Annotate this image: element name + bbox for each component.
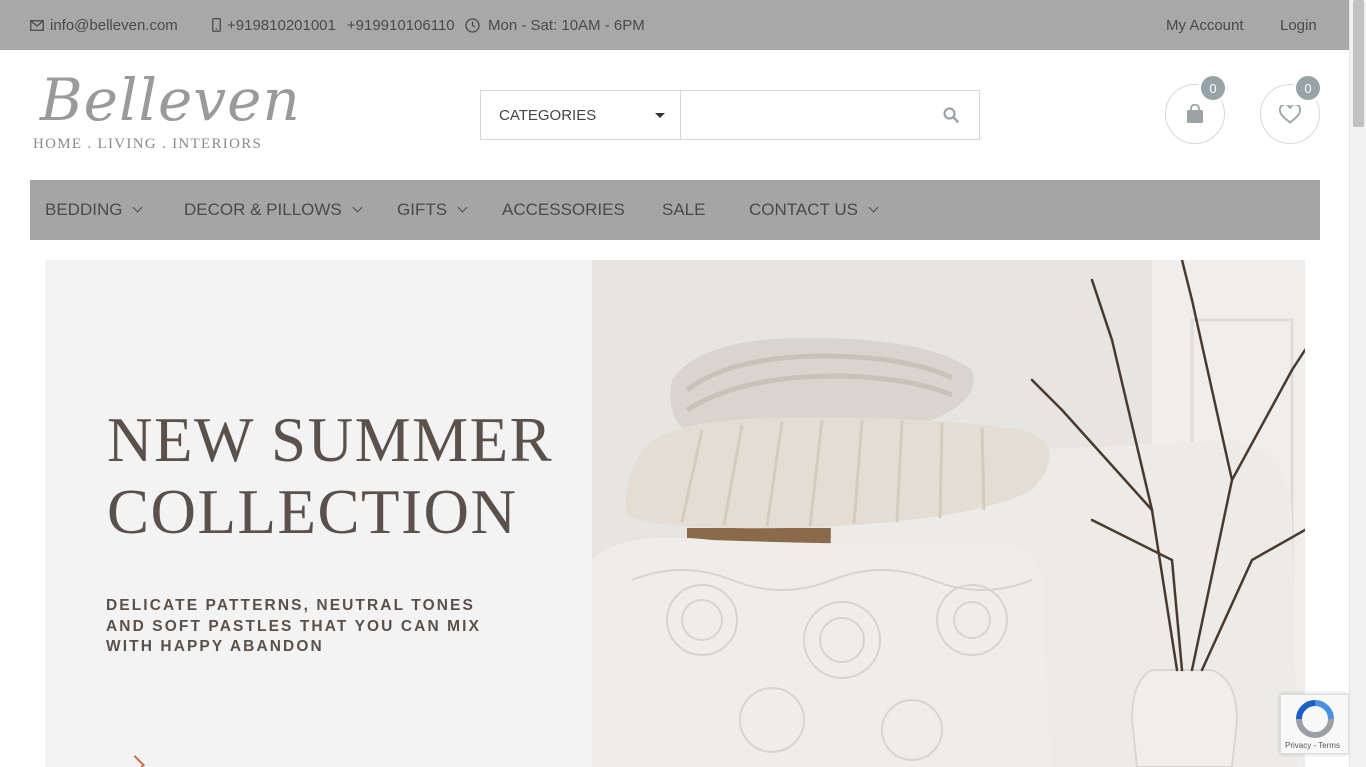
business-hours: Mon - Sat: 10AM - 6PM: [465, 0, 645, 50]
login-label[interactable]: Login: [1280, 17, 1317, 34]
shopping-bag-icon: [1187, 104, 1203, 123]
phone-contact[interactable]: +919810201001 +919910106110: [212, 0, 455, 50]
hero-text-panel: NEW SUMMER COLLECTION DELICATE PATTERNS,…: [45, 260, 592, 767]
brand-logo[interactable]: Belleven HOME . LIVING . INTERIORS: [30, 62, 300, 162]
nav-item-gifts[interactable]: GIFTS: [397, 180, 468, 240]
caret-down-icon: [655, 113, 665, 118]
login-link[interactable]: Login: [1280, 0, 1317, 50]
hero-subtitle-line-1: DELICATE PATTERNS, NEUTRAL TONES: [106, 597, 475, 614]
nav-item-decor-pillows[interactable]: DECOR & PILLOWS: [184, 180, 363, 240]
logo-tagline: HOME . LIVING . INTERIORS: [33, 136, 263, 152]
hero-title: NEW SUMMER COLLECTION: [107, 404, 553, 548]
cart-button[interactable]: 0: [1165, 73, 1228, 144]
recaptcha-logo-icon: [1296, 700, 1334, 738]
nav-item-label: GIFTS: [397, 200, 448, 219]
category-select-label: CATEGORIES: [499, 106, 597, 124]
hero-subtitle: DELICATE PATTERNS, NEUTRAL TONES AND SOF…: [106, 596, 526, 658]
hours-text: Mon - Sat: 10AM - 6PM: [488, 16, 645, 34]
nav-item-label: DECOR & PILLOWS: [184, 200, 342, 219]
hero-title-line-2: COLLECTION: [107, 477, 518, 547]
hero-subtitle-line-3: WITH HAPPY ABANDON: [106, 638, 324, 655]
heart-icon: [1279, 104, 1301, 124]
hero-subtitle-line-2: AND SOFT PASTLES THAT YOU CAN MIX: [106, 617, 482, 635]
my-account-link[interactable]: My Account: [1166, 0, 1244, 50]
nav-item-label: ACCESSORIES: [502, 200, 625, 219]
nav-item-label: CONTACT US: [749, 200, 858, 219]
email-contact[interactable]: info@belleven.com: [30, 0, 178, 50]
hero-slider[interactable]: NEW SUMMER COLLECTION DELICATE PATTERNS,…: [45, 260, 1305, 767]
search-bar: CATEGORIES: [480, 90, 980, 140]
hero-photo-illustration: [592, 260, 1305, 767]
search-icon: [943, 107, 959, 123]
nav-item-accessories[interactable]: ACCESSORIES: [502, 180, 625, 240]
envelope-icon: [30, 19, 44, 31]
logo-wordmark: Belleven: [40, 66, 301, 134]
slider-next-arrow-icon[interactable]: [125, 755, 145, 767]
nav-item-contact-us[interactable]: CONTACT US: [749, 180, 879, 240]
recaptcha-terms[interactable]: Privacy - Terms: [1285, 741, 1340, 750]
category-select[interactable]: CATEGORIES: [481, 91, 681, 139]
mobile-phone-icon: [212, 18, 221, 32]
nav-item-sale[interactable]: SALE: [662, 180, 705, 240]
wishlist-button[interactable]: 0: [1260, 73, 1323, 144]
chevron-down-icon: [868, 202, 879, 213]
my-account-label[interactable]: My Account: [1166, 17, 1244, 34]
cart-count-badge: 0: [1198, 73, 1228, 103]
nav-item-bedding[interactable]: BEDDING: [45, 180, 143, 240]
search-input[interactable]: [681, 91, 923, 139]
phone-number-1: +919810201001: [227, 16, 336, 34]
chevron-down-icon: [457, 202, 468, 213]
search-button[interactable]: [923, 91, 979, 139]
top-bar: info@belleven.com +919810201001 +9199101…: [0, 0, 1349, 50]
nav-item-label: BEDDING: [45, 200, 123, 219]
recaptcha-badge[interactable]: Privacy - Terms: [1280, 694, 1349, 754]
chevron-down-icon: [133, 202, 143, 213]
hero-title-line-1: NEW SUMMER: [107, 405, 554, 475]
page-scrollbar[interactable]: [1349, 0, 1366, 767]
main-navigation: BEDDING DECOR & PILLOWS GIFTS ACCESSORIE…: [30, 180, 1320, 240]
scrollbar-thumb[interactable]: [1353, 0, 1364, 127]
chevron-down-icon: [352, 202, 363, 213]
nav-item-label: SALE: [662, 200, 706, 219]
hero-photo-pillows: [592, 260, 1305, 767]
phone-number-2: +919910106110: [346, 16, 455, 34]
email-text: info@belleven.com: [50, 16, 178, 34]
wishlist-count-badge: 0: [1293, 73, 1323, 103]
clock-icon: [465, 17, 480, 33]
